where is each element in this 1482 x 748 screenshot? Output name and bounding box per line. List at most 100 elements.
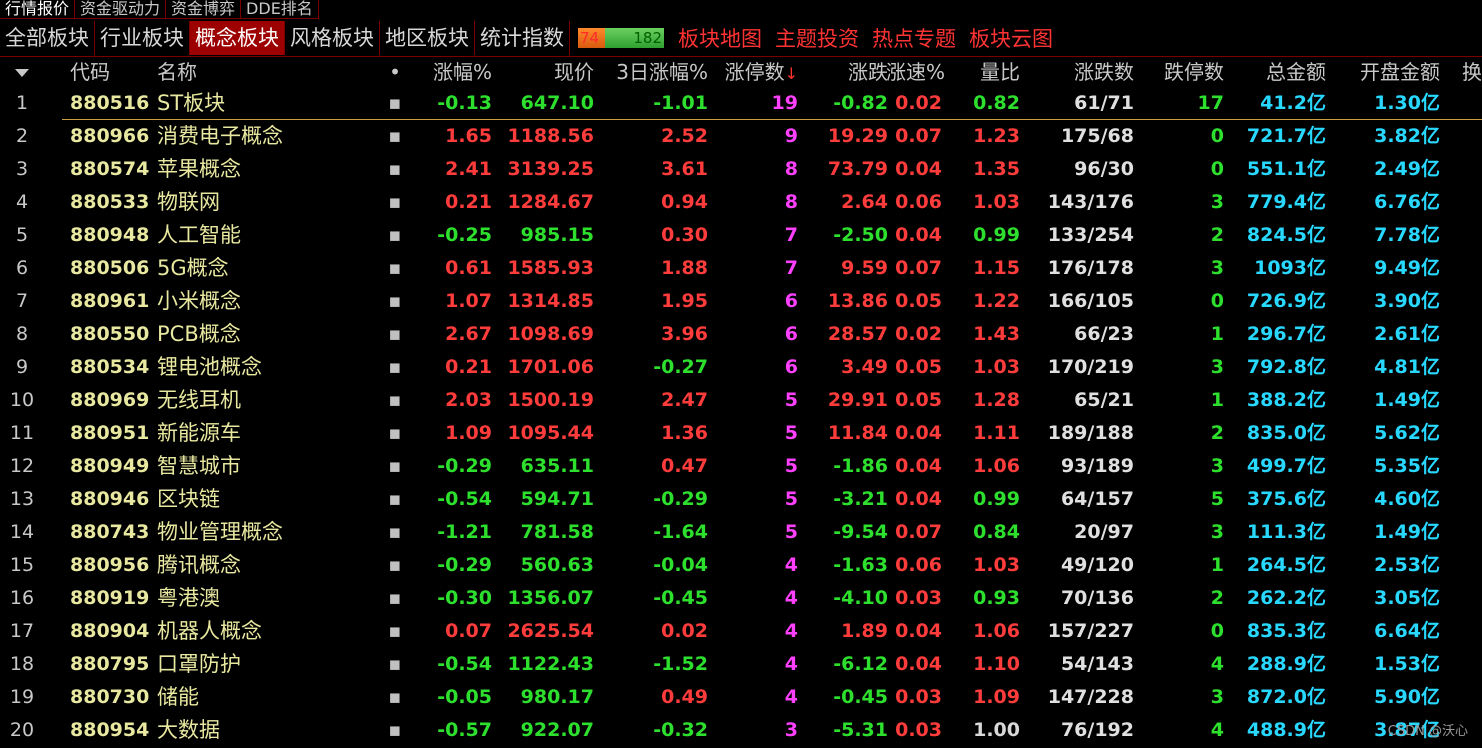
volume-ratio: 1.03: [973, 191, 1020, 213]
marker-icon: ▪: [388, 620, 402, 642]
speed: 0.04: [895, 455, 942, 477]
change-3day: 3.61: [661, 158, 708, 180]
column-header-code[interactable]: 代码: [70, 57, 150, 87]
table-row[interactable]: 9 880534 锂电池概念 ▪ 0.21 1701.06 -0.27 6 3.49 0.05 1.…: [0, 351, 1482, 384]
limit-up-count: 5: [784, 455, 798, 477]
sector-tab-0[interactable]: 全部板块: [0, 21, 95, 55]
sector-tab-2[interactable]: 概念板块: [190, 21, 285, 55]
column-header-turnover-partial[interactable]: 换: [1462, 57, 1482, 87]
marker-icon: ▪: [388, 389, 402, 411]
table-row[interactable]: 12 880949 智慧城市 ▪ -0.29 635.11 0.47 5 -1.86 0.04 1.…: [0, 450, 1482, 483]
table-row[interactable]: 10 880969 无线耳机 ▪ 2.03 1500.19 2.47 5 29.91 0.05 1.…: [0, 384, 1482, 417]
column-header-up-down-count[interactable]: 涨跌数: [1030, 57, 1134, 87]
marker-icon: ▪: [388, 554, 402, 576]
column-header-change[interactable]: 涨跌: [800, 57, 888, 87]
table-row[interactable]: 6 880506 5G概念 ▪ 0.61 1585.93 1.88 7 9.59 0.07 1.15…: [0, 252, 1482, 285]
feature-link-2[interactable]: 热点专题: [872, 23, 956, 53]
open-amount: 1.49亿: [1374, 389, 1440, 411]
price: 1098.69: [507, 323, 594, 345]
sector-code: 880956: [70, 554, 150, 576]
volume-ratio: 1.43: [973, 323, 1020, 345]
table-row[interactable]: 8 880550 PCB概念 ▪ 2.67 1098.69 3.96 6 28.57 0.02 1.…: [0, 318, 1482, 351]
column-header-change-pct[interactable]: 涨幅%: [410, 57, 492, 87]
price: 1188.56: [507, 125, 594, 147]
speed: 0.04: [895, 653, 942, 675]
speed: 0.06: [895, 191, 942, 213]
top-tab-1[interactable]: 资金驱动力: [75, 0, 167, 19]
limit-up-count: 5: [784, 422, 798, 444]
sort-toggle[interactable]: [0, 57, 44, 87]
row-index: 20: [9, 719, 35, 741]
table-row[interactable]: 14 880743 物业管理概念 ▪ -1.21 781.58 -1.64 5 -9.54 0.0…: [0, 516, 1482, 549]
column-header-dot[interactable]: •: [380, 57, 410, 87]
sector-tab-3[interactable]: 风格板块: [285, 21, 380, 55]
sector-tab-5[interactable]: 统计指数: [475, 21, 570, 55]
feature-link-1[interactable]: 主题投资: [775, 23, 859, 53]
change: -0.45: [833, 686, 888, 708]
up-down-count: 65/21: [1074, 389, 1134, 411]
table-row[interactable]: 17 880904 机器人概念 ▪ 0.07 2625.54 0.02 4 1.89 0.04 1.…: [0, 615, 1482, 648]
sector-code: 880550: [70, 323, 150, 345]
table-row[interactable]: 16 880919 粤港澳 ▪ -0.30 1356.07 -0.45 4 -4.10 0.03 0…: [0, 582, 1482, 615]
table-row[interactable]: 4 880533 物联网 ▪ 0.21 1284.67 0.94 8 2.64 0.06 1.03 1…: [0, 186, 1482, 219]
column-header-volume-ratio[interactable]: 量比: [948, 57, 1020, 87]
table-row[interactable]: 5 880948 人工智能 ▪ -0.25 985.15 0.30 7 -2.50 0.04 0.9…: [0, 219, 1482, 252]
change: -1.86: [833, 455, 888, 477]
top-tab-strip: 行情报价 资金驱动力 资金博弈 DDE排名: [0, 0, 319, 19]
sector-code: 880516: [70, 92, 150, 114]
feature-link-0[interactable]: 板块地图: [678, 23, 762, 53]
change: -2.50: [833, 224, 888, 246]
sector-code: 880948: [70, 224, 150, 246]
sector-name: PCB概念: [157, 322, 241, 346]
table-row[interactable]: 1 880516 ST板块 ▪ -0.13 647.10 -1.01 19 -0.82 0.02 0…: [0, 87, 1482, 120]
volume-ratio: 1.35: [973, 158, 1020, 180]
column-header-total-amount[interactable]: 总金额: [1232, 57, 1326, 87]
limit-down-count: 0: [1210, 125, 1224, 147]
table-row[interactable]: 7 880961 小米概念 ▪ 1.07 1314.85 1.95 6 13.86 0.05 1.2…: [0, 285, 1482, 318]
top-tab-3[interactable]: DDE排名: [241, 0, 319, 19]
table-row[interactable]: 19 880730 储能 ▪ -0.05 980.17 0.49 4 -0.45 0.03 1.09…: [0, 681, 1482, 714]
total-amount: 111.3亿: [1246, 521, 1326, 543]
row-index: 18: [9, 653, 35, 675]
up-down-count: 157/227: [1047, 620, 1134, 642]
top-tab-0[interactable]: 行情报价: [0, 0, 76, 19]
marker-icon: ▪: [388, 257, 402, 279]
column-header-limit-down-count[interactable]: 跌停数: [1140, 57, 1224, 87]
volume-ratio: 1.28: [973, 389, 1020, 411]
limit-down-count: 1: [1210, 554, 1224, 576]
change-3day: 3.96: [661, 323, 708, 345]
limit-down-count: 3: [1210, 257, 1224, 279]
column-header-price[interactable]: 现价: [495, 57, 594, 87]
triangle-down-icon: [15, 68, 29, 77]
change-3day: 2.47: [661, 389, 708, 411]
table-row[interactable]: 18 880795 口罩防护 ▪ -0.54 1122.43 -1.52 4 -6.12 0.04…: [0, 648, 1482, 681]
marker-icon: ▪: [388, 125, 402, 147]
change: 28.57: [827, 323, 888, 345]
table-row[interactable]: 15 880956 腾讯概念 ▪ -0.29 560.63 -0.04 4 -1.63 0.06 1…: [0, 549, 1482, 582]
sector-tab-1[interactable]: 行业板块: [95, 21, 190, 55]
column-header-open-amount[interactable]: 开盘金额: [1336, 57, 1440, 87]
total-amount: 264.5亿: [1246, 554, 1326, 576]
speed: 0.04: [895, 422, 942, 444]
price: 1585.93: [507, 257, 594, 279]
limit-down-count: 3: [1210, 455, 1224, 477]
top-tab-2[interactable]: 资金博弈: [166, 0, 242, 19]
table-row[interactable]: 13 880946 区块链 ▪ -0.54 594.71 -0.29 5 -3.21 0.04 0.…: [0, 483, 1482, 516]
change-pct: -0.05: [437, 686, 492, 708]
price: 3139.25: [507, 158, 594, 180]
table-row[interactable]: 3 880574 苹果概念 ▪ 2.41 3139.25 3.61 8 73.79 0.04 1.3…: [0, 153, 1482, 186]
column-header-limit-up-count[interactable]: 涨停数↓: [712, 57, 798, 89]
table-row[interactable]: 20 880954 大数据 ▪ -0.57 922.07 -0.32 3 -5.31 0.03 1.…: [0, 714, 1482, 747]
column-header-name[interactable]: 名称: [157, 57, 382, 87]
change-pct: -0.30: [437, 587, 492, 609]
feature-link-3[interactable]: 板块云图: [969, 23, 1053, 53]
column-header-speed[interactable]: 涨速%: [886, 57, 945, 87]
open-amount: 5.35亿: [1374, 455, 1440, 477]
limit-up-count: 6: [784, 323, 798, 345]
table-row[interactable]: 2 880966 消费电子概念 ▪ 1.65 1188.56 2.52 9 19.29 0.07 1…: [0, 120, 1482, 153]
price: 985.15: [520, 224, 594, 246]
column-header-3day-change[interactable]: 3日涨幅%: [600, 57, 708, 87]
change: -6.12: [833, 653, 888, 675]
table-row[interactable]: 11 880951 新能源车 ▪ 1.09 1095.44 1.36 5 11.84 0.04 1.…: [0, 417, 1482, 450]
sector-tab-4[interactable]: 地区板块: [380, 21, 475, 55]
